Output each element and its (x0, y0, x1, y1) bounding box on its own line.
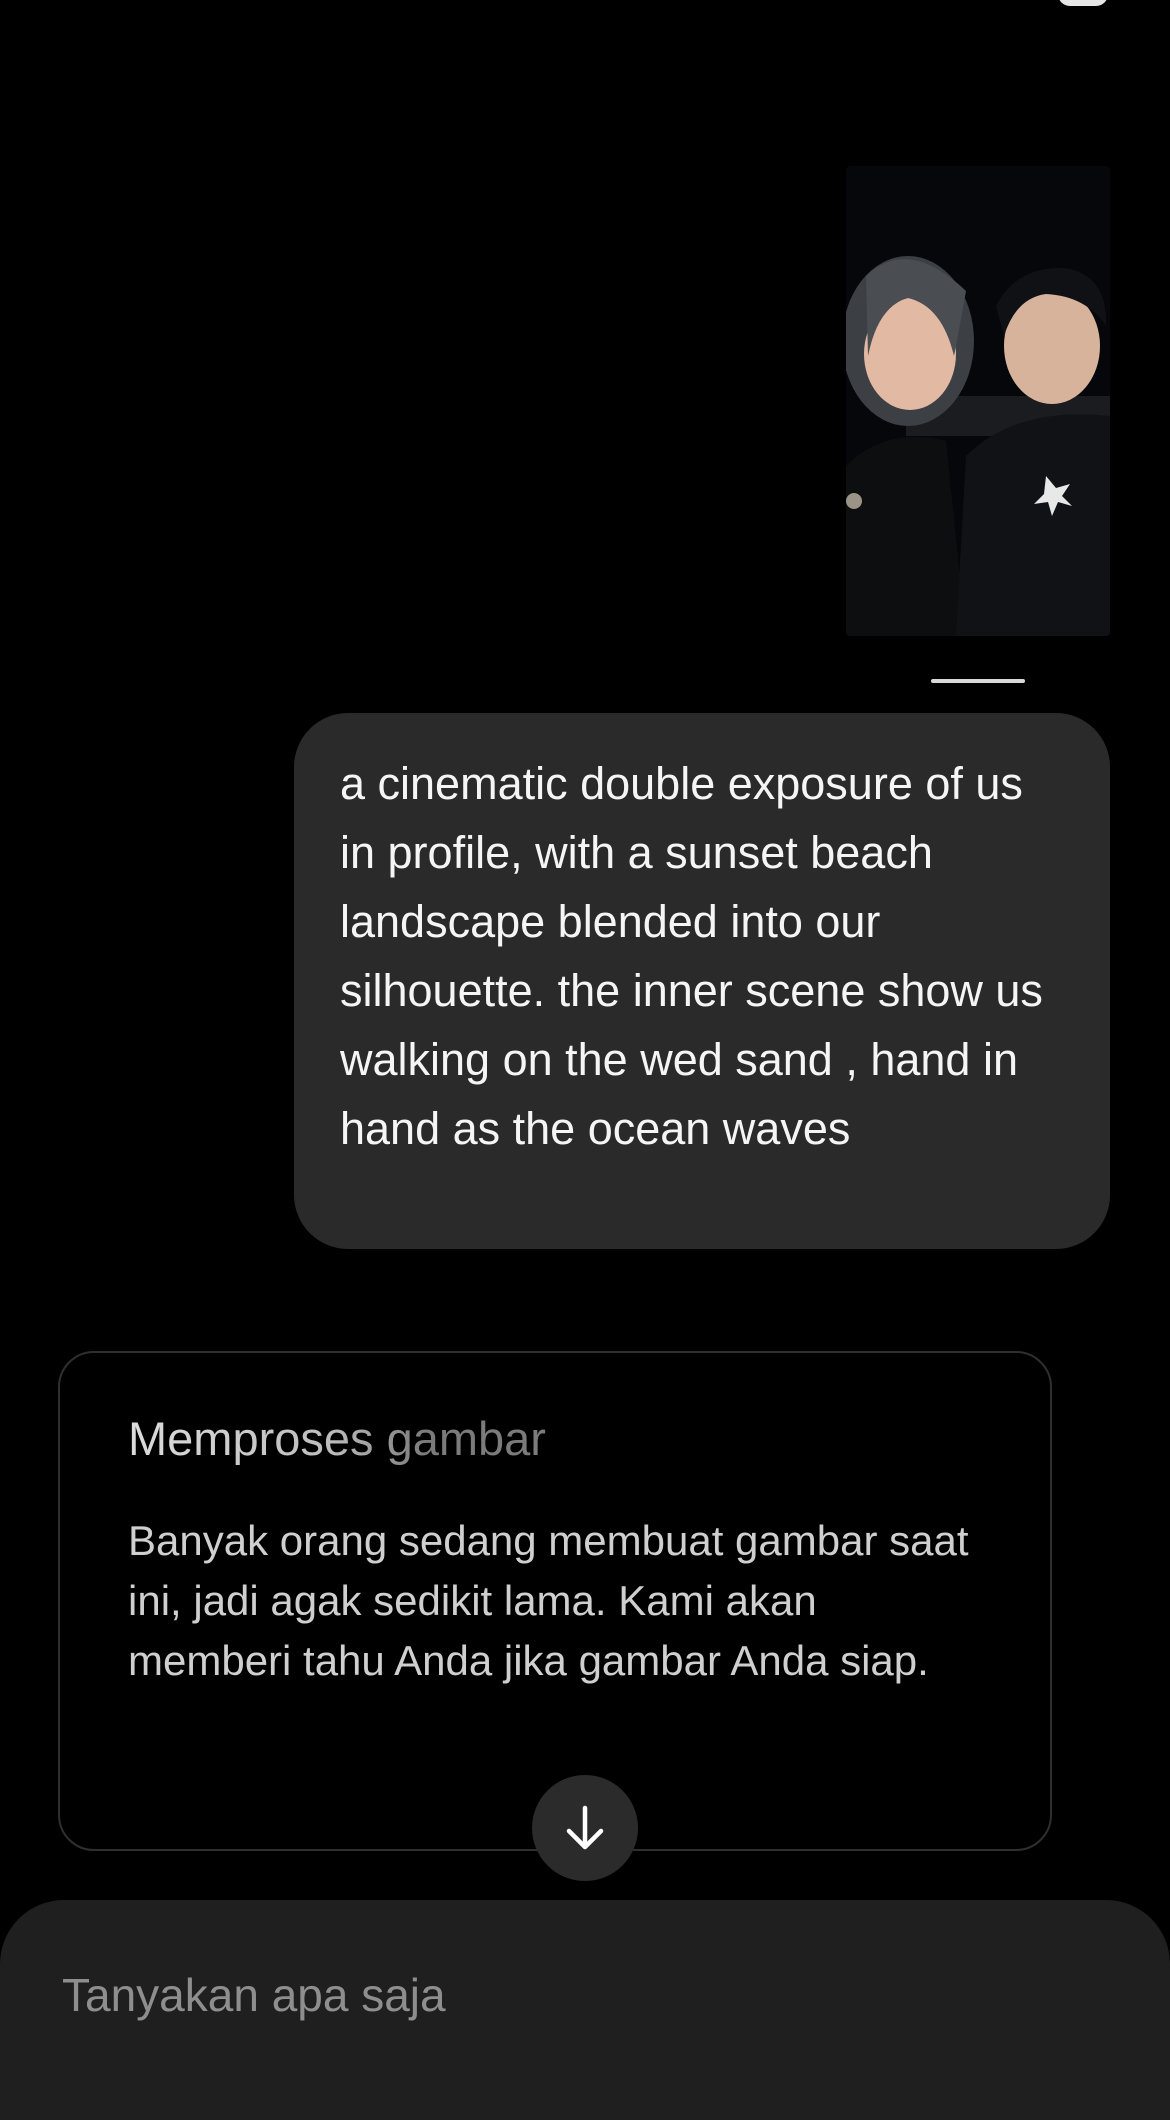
attached-photo[interactable] (846, 166, 1110, 636)
user-message-text: a cinematic double exposure of us in pro… (340, 758, 1043, 1154)
processing-title: Memproses gambar (128, 1409, 608, 1469)
photo-indicator (931, 679, 1025, 683)
scroll-down-button[interactable] (532, 1775, 638, 1881)
status-bar-fragment (470, 0, 610, 6)
message-composer (0, 1900, 1170, 2120)
image-processing-card: Memproses gambar Banyak orang sedang mem… (58, 1351, 1052, 1851)
processing-message: Banyak orang sedang membuat gambar saat … (128, 1517, 969, 1684)
user-message-bubble: a cinematic double exposure of us in pro… (294, 713, 1110, 1249)
arrow-down-icon (566, 1805, 604, 1850)
new-chat-icon[interactable] (1058, 0, 1108, 6)
photo-thumbnail (846, 166, 1110, 636)
message-input[interactable] (62, 1960, 1062, 2030)
